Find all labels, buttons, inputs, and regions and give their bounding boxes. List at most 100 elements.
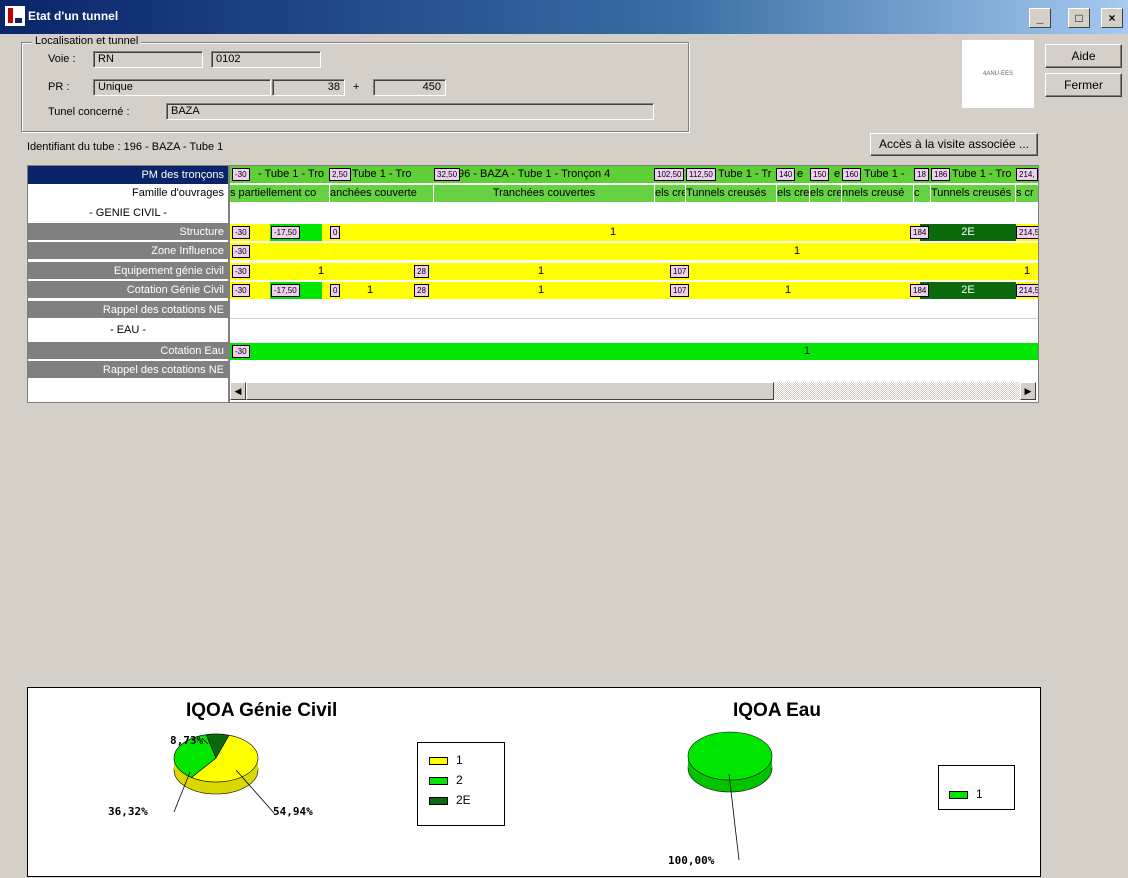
- zone-tag[interactable]: -30: [232, 245, 250, 258]
- fermer-button[interactable]: Fermer: [1045, 73, 1122, 97]
- scroll-left-button[interactable]: ◀: [230, 382, 246, 400]
- famille-cell[interactable]: s partiellement co: [230, 185, 329, 202]
- pie-label: 8,73%: [170, 734, 204, 747]
- tunnel-label: Tunel concerné :: [48, 106, 130, 118]
- pr-type-field[interactable]: Unique: [93, 79, 271, 96]
- cotation-gc-tag[interactable]: -17,50: [271, 284, 300, 297]
- legend-swatch: [949, 790, 968, 799]
- pm-tag[interactable]: 102,50: [654, 168, 685, 181]
- pm-cell[interactable]: e: [797, 166, 809, 183]
- famille-cell[interactable]: els cre: [655, 185, 685, 202]
- scroll-thumb[interactable]: [246, 382, 774, 400]
- row-label-equipement[interactable]: Equipement génie civil: [28, 262, 228, 280]
- organization-logo: 4ANU-EES: [962, 40, 1034, 108]
- structure-tag[interactable]: 0: [330, 226, 341, 239]
- row-labels-panel: PM des tronçons Famille d'ouvrages - GEN…: [27, 165, 229, 403]
- maximize-button[interactable]: □: [1068, 8, 1090, 28]
- row-label-pm[interactable]: PM des tronçons: [28, 166, 228, 184]
- row-label-zone-influence[interactable]: Zone Influence: [28, 242, 228, 260]
- row-label-famille[interactable]: Famille d'ouvrages: [28, 184, 228, 202]
- cotation-gc-tag[interactable]: -30: [232, 284, 250, 297]
- pr-plus: +: [353, 81, 360, 93]
- pm-cell[interactable]: Tube 1 - Tro: [952, 166, 1014, 183]
- structure-tag[interactable]: 214,5: [1016, 226, 1038, 239]
- structure-tag[interactable]: 184: [910, 226, 930, 239]
- tube-identifier: Identifiant du tube : 196 - BAZA - Tube …: [27, 141, 224, 153]
- famille-cell[interactable]: Tunnels creusés: [931, 185, 1015, 202]
- pm-tag[interactable]: 112,50: [686, 168, 716, 181]
- pm-tag[interactable]: 186: [931, 168, 951, 181]
- pm-cell[interactable]: Tube 1 - Tro: [352, 166, 432, 183]
- pr-value-field[interactable]: 38: [272, 79, 345, 96]
- equipement-tag[interactable]: -30: [232, 265, 250, 278]
- famille-cell[interactable]: anchées couverte: [330, 185, 433, 202]
- pm-cell[interactable]: Tube 1 -: [864, 166, 914, 183]
- pm-cell[interactable]: Tube 1 - Tr: [718, 166, 774, 183]
- close-button[interactable]: ×: [1101, 8, 1123, 28]
- famille-cell[interactable]: els cre: [810, 185, 841, 202]
- zone-row: [230, 243, 1038, 260]
- pm-cell[interactable]: 96 - BAZA - Tube 1 - Tronçon 4: [458, 166, 654, 183]
- row-label-rappel-ne-1[interactable]: Rappel des cotations NE: [28, 301, 228, 319]
- legend-item: 1: [429, 753, 463, 767]
- legend-item: 2E: [429, 793, 471, 807]
- structure-tag[interactable]: -17,50: [271, 226, 300, 239]
- equipement-tag[interactable]: 107: [670, 265, 690, 278]
- cotation-gc-value: 1: [785, 284, 792, 296]
- equipement-value: 1: [538, 265, 545, 277]
- charts-panel: IQOA Génie Civil 8,73% 36,32% 54,94% 1 2…: [27, 687, 1041, 877]
- pie-charts-svg: [173, 731, 773, 861]
- cotation-gc-tag[interactable]: 184: [910, 284, 930, 297]
- row-label-structure[interactable]: Structure: [28, 223, 228, 241]
- pm-tag[interactable]: 18: [914, 168, 929, 181]
- structure-tag[interactable]: -30: [232, 226, 250, 239]
- equipement-tag[interactable]: 28: [414, 265, 429, 278]
- pie-label: 100,00%: [668, 854, 715, 867]
- pm-cell[interactable]: - Tube 1 - Tro: [258, 166, 328, 183]
- voie-label: Voie :: [48, 53, 76, 65]
- pr-offset-field[interactable]: 450: [373, 79, 446, 96]
- timeline-grid[interactable]: - Tube 1 - Tro Tube 1 - Tro 96 - BAZA - …: [229, 165, 1039, 403]
- pm-tag[interactable]: 214,: [1016, 168, 1038, 181]
- row-label-cotation-eau[interactable]: Cotation Eau: [28, 342, 228, 360]
- row-label-genie-civil: - GENIE CIVIL -: [28, 204, 228, 222]
- pm-tag[interactable]: 32,50: [434, 168, 461, 181]
- cotation-gc-tag[interactable]: 107: [670, 284, 690, 297]
- structure-value: 1: [610, 226, 617, 238]
- famille-cell[interactable]: Tranchées couvertes: [434, 185, 654, 202]
- equipement-value: 1: [318, 265, 325, 277]
- cotation-gc-value-2e[interactable]: 2E: [920, 282, 1016, 299]
- legend-item: 2: [429, 773, 463, 787]
- voie-type-field[interactable]: RN: [93, 51, 203, 68]
- pm-tag[interactable]: 140: [776, 168, 796, 181]
- tunnel-field[interactable]: BAZA: [166, 103, 654, 120]
- pm-tag[interactable]: 150: [810, 168, 830, 181]
- structure-value-2e[interactable]: 2E: [920, 224, 1016, 241]
- rappel-ne-row: [230, 302, 1038, 319]
- voie-number-field[interactable]: 0102: [211, 51, 321, 68]
- minimize-button[interactable]: _: [1029, 8, 1051, 28]
- pm-tag[interactable]: -30: [232, 168, 250, 181]
- pr-label: PR :: [48, 81, 70, 93]
- cotation-gc-tag[interactable]: 214,5: [1016, 284, 1038, 297]
- pm-tag[interactable]: 2,50: [329, 168, 351, 181]
- cotation-gc-tag[interactable]: 28: [414, 284, 429, 297]
- famille-cell[interactable]: els cre: [777, 185, 809, 202]
- visite-associee-button[interactable]: Accès à la visite associée ...: [870, 133, 1038, 156]
- localisation-legend: Localisation et tunnel: [32, 35, 142, 47]
- famille-cell[interactable]: s cr: [1016, 185, 1038, 202]
- row-label-eau: - EAU -: [28, 321, 228, 339]
- famille-cell[interactable]: Tunnels creusés: [686, 185, 776, 202]
- aide-button[interactable]: Aide: [1045, 44, 1122, 68]
- cotation-eau-tag[interactable]: -30: [232, 345, 250, 358]
- famille-cell[interactable]: c: [914, 185, 930, 202]
- pm-tag[interactable]: 160: [842, 168, 862, 181]
- scroll-right-button[interactable]: ▶: [1020, 382, 1036, 400]
- cotation-gc-tag[interactable]: 0: [330, 284, 341, 297]
- row-label-rappel-ne-2[interactable]: Rappel des cotations NE: [28, 361, 228, 379]
- pie-label: 36,32%: [108, 805, 148, 818]
- row-label-cotation-gc[interactable]: Cotation Génie Civil: [28, 281, 228, 299]
- famille-cell[interactable]: nnels creusé: [842, 185, 913, 202]
- horizontal-scrollbar[interactable]: ◀ ▶: [230, 382, 1036, 400]
- chart-title-eau: IQOA Eau: [733, 700, 821, 721]
